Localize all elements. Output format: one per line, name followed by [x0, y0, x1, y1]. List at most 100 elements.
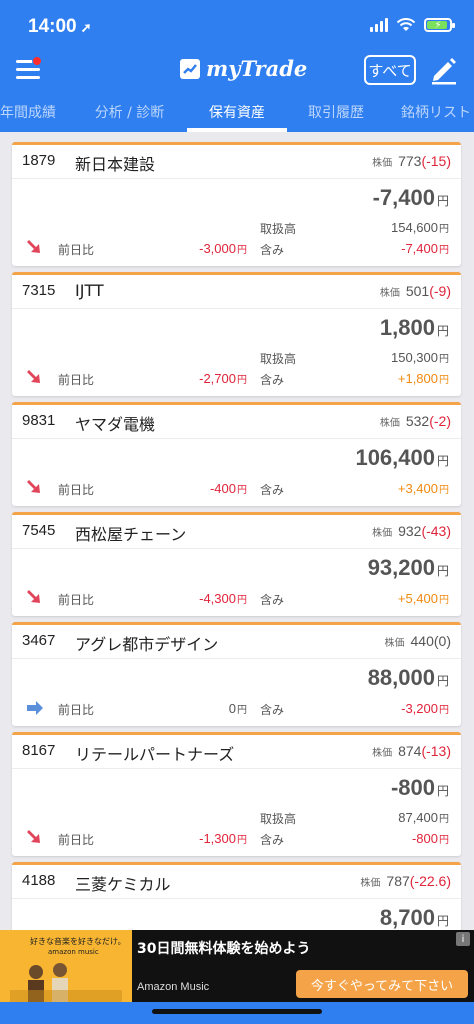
stock-name: IJTT — [75, 281, 104, 300]
unrealized-value: +1,800円 — [397, 371, 449, 386]
ad-banner[interactable]: 好きな音楽を好きなだけ。 amazon music 30日間無料体験を始めよう … — [0, 930, 474, 1002]
flat-arrow-icon — [27, 701, 43, 715]
app-header: 14:00 ➚ ⚡ myTrade すべて 年間成績 分析 / 診断 保有資産 … — [0, 0, 474, 132]
unrealized-value: -800円 — [411, 831, 449, 846]
card-header: 7315 IJTT 株価 501(-9) — [12, 275, 461, 309]
holding-card[interactable]: 9831 ヤマダ電機 株価 532(-2) 106,400 円前日比 -400円 含み +3,4… — [12, 402, 461, 506]
down-arrow-icon — [27, 240, 40, 253]
unrealized-value: +5,400円 — [397, 591, 449, 606]
turnover-value: 154,600円 — [391, 220, 449, 235]
wifi-icon — [396, 18, 416, 31]
stock-name: リテールパートナーズ — [75, 745, 235, 764]
day-change-value: -400円 — [209, 481, 247, 496]
holding-card[interactable]: 4188 三菱ケミカル 株価 787(-22.6) 8,700 円 — [12, 862, 461, 930]
valuation-value: 1,800 円 — [379, 315, 449, 340]
stock-name: 三菱ケミカル — [75, 875, 171, 894]
down-arrow-icon — [27, 480, 40, 493]
valuation-value: 106,400 円 — [355, 445, 449, 470]
down-arrow-icon — [27, 830, 40, 843]
ad-image: 好きな音楽を好きなだけ。 amazon music — [0, 930, 132, 1002]
stock-code: 4188 — [22, 872, 56, 889]
card-header: 9831 ヤマダ電機 株価 532(-2) — [12, 405, 461, 439]
unrealized-label: 含み — [260, 483, 285, 497]
price-change: (-15) — [421, 153, 451, 169]
card-header: 8167 リテールパートナーズ 株価 874(-13) — [12, 735, 461, 769]
tab-holdings[interactable]: 保有資産 — [187, 92, 287, 132]
valuation-value: 8,700 円 — [379, 905, 449, 930]
holding-card[interactable]: 7315 IJTT 株価 501(-9) 1,800 円取扱高 150,300円 前日比 -2,… — [12, 272, 461, 396]
day-change-value: -2,700円 — [199, 371, 247, 386]
price-change: (-43) — [421, 523, 451, 539]
holding-card[interactable]: 7545 西松屋チェーン 株価 932(-43) 93,200 円前日比 -4,300円 含み… — [12, 512, 461, 616]
day-change-value: 0円 — [228, 701, 247, 716]
down-arrow-icon — [27, 370, 40, 383]
turnover-label: 取扱高 — [260, 222, 297, 236]
nav-bar: myTrade すべて — [0, 50, 474, 90]
stock-price: 株価 532(-2) — [379, 413, 451, 429]
stock-name: 西松屋チェーン — [75, 525, 187, 544]
unrealized-label: 含み — [260, 593, 285, 607]
unrealized-value: +3,400円 — [397, 481, 449, 496]
holdings-list: 1879 新日本建設 株価 773(-15) -7,400 円取扱高 154,600円 前日比… — [0, 132, 474, 930]
day-change-label: 前日比 — [58, 373, 95, 387]
price-change: (0) — [433, 633, 451, 649]
stock-code: 9831 — [22, 412, 56, 429]
down-arrow-icon — [27, 590, 40, 603]
day-change-value: -1,300円 — [199, 831, 247, 846]
logo-text: myTrade — [206, 56, 308, 81]
stock-price: 株価 787(-22.6) — [360, 873, 451, 889]
tab-bar: 年間成績 分析 / 診断 保有資産 取引履歴 銘柄リスト — [0, 92, 474, 132]
ad-sponsor: Amazon Music — [137, 981, 210, 993]
stock-price: 株価 440(0) — [384, 633, 451, 649]
tab-trade-history[interactable]: 取引履歴 — [296, 92, 376, 132]
stock-price: 株価 932(-43) — [372, 523, 451, 539]
app-logo: myTrade — [180, 56, 307, 81]
bottom-bar — [0, 1002, 474, 1024]
location-arrow-icon: ➚ — [80, 20, 92, 35]
tab-annual-results[interactable]: 年間成績 — [0, 92, 68, 132]
logo-icon — [180, 58, 200, 79]
day-change-label: 前日比 — [58, 243, 95, 257]
edit-icon[interactable] — [428, 54, 460, 86]
stock-code: 8167 — [22, 742, 56, 759]
card-header: 3467 アグレ都市デザイン 株価 440(0) — [12, 625, 461, 659]
tab-stock-list[interactable]: 銘柄リスト — [386, 92, 474, 132]
status-bar: 14:00 ➚ ⚡ — [0, 0, 474, 50]
tab-analysis[interactable]: 分析 / 診断 — [82, 92, 177, 132]
price-change: (-22.6) — [409, 873, 451, 889]
unrealized-label: 含み — [260, 373, 285, 387]
all-accounts-button[interactable]: すべて — [364, 55, 416, 85]
holding-card[interactable]: 1879 新日本建設 株価 773(-15) -7,400 円 取扱高 154,600円前日比… — [12, 142, 461, 266]
status-time: 14:00 ➚ — [28, 16, 92, 37]
cellular-signal-icon — [370, 18, 388, 32]
card-header: 4188 三菱ケミカル 株価 787(-22.6) — [12, 865, 461, 899]
unrealized-value: -7,400円 — [401, 241, 449, 256]
price-change: (-2) — [429, 413, 451, 429]
price-change: (-9) — [429, 283, 451, 299]
stock-name: 新日本建設 — [75, 155, 156, 174]
turnover-value: 150,300円 — [391, 350, 449, 365]
unrealized-label: 含み — [260, 703, 285, 717]
holding-card[interactable]: 3467 アグレ都市デザイン 株価 440(0) 88,000 円前日比 0円 含み -3,20… — [12, 622, 461, 726]
turnover-label: 取扱高 — [260, 812, 297, 826]
valuation-value: 93,200 円 — [367, 555, 449, 580]
day-change-label: 前日比 — [58, 703, 95, 717]
day-change-value: -3,000円 — [199, 241, 247, 256]
stock-price: 株価 874(-13) — [372, 743, 451, 759]
ad-cta-button[interactable]: 今すぐやってみて下さい — [296, 970, 468, 998]
stock-name: アグレ都市デザイン — [75, 635, 219, 654]
menu-button[interactable] — [16, 56, 42, 80]
unrealized-label: 含み — [260, 833, 285, 847]
ad-info-icon[interactable]: i — [456, 932, 470, 946]
battery-icon: ⚡ — [424, 18, 455, 32]
card-header: 1879 新日本建設 株価 773(-15) — [12, 145, 461, 179]
status-icons: ⚡ — [370, 18, 455, 32]
unrealized-label: 含み — [260, 243, 285, 257]
home-indicator[interactable] — [152, 1009, 322, 1014]
notification-dot — [32, 56, 42, 66]
day-change-label: 前日比 — [58, 593, 95, 607]
card-header: 7545 西松屋チェーン 株価 932(-43) — [12, 515, 461, 549]
valuation-value: 88,000 円 — [367, 665, 449, 690]
holding-card[interactable]: 8167 リテールパートナーズ 株価 874(-13) -800 円取扱高 87,400円前… — [12, 732, 461, 856]
day-change-value: -4,300円 — [199, 591, 247, 606]
